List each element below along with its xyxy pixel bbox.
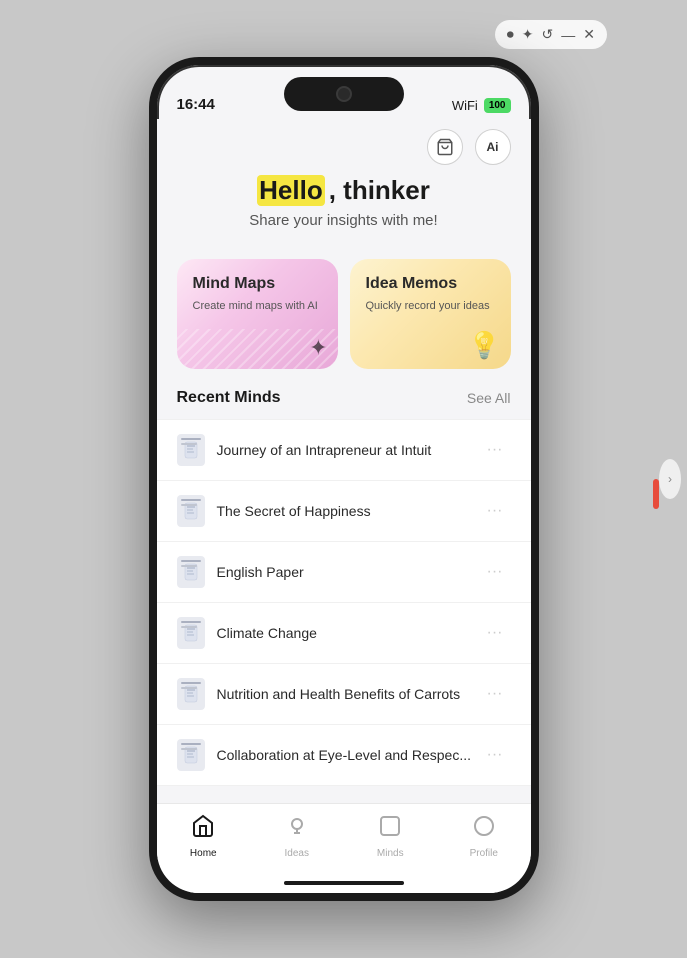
close-icon[interactable]: ✕ xyxy=(583,26,595,43)
list-item[interactable]: Collaboration at Eye-Level and Respec...… xyxy=(157,725,531,786)
item-title: Nutrition and Health Benefits of Carrots xyxy=(217,686,479,702)
document-icon xyxy=(177,434,205,466)
recent-section-title: Recent Minds xyxy=(177,389,281,407)
screen-content: Ai Hello , thinker Share your insights w… xyxy=(157,119,531,893)
ai-button[interactable]: Ai xyxy=(475,129,511,165)
mind-maps-subtitle: Create mind maps with AI xyxy=(193,299,322,314)
bottom-navigation: Home Ideas Minds xyxy=(157,803,531,893)
recent-section-header: Recent Minds See All xyxy=(157,389,531,419)
item-title: Journey of an Intrapreneur at Intuit xyxy=(217,442,479,458)
camera-icon xyxy=(336,86,352,102)
list-item[interactable]: The Secret of Happiness ··· xyxy=(157,481,531,542)
item-more-button[interactable]: ··· xyxy=(479,681,511,707)
home-indicator xyxy=(284,881,404,885)
phone-frame: 16:44 WiFi 100 Ai xyxy=(149,57,539,901)
list-item[interactable]: Climate Change ··· xyxy=(157,603,531,664)
item-title: English Paper xyxy=(217,564,479,580)
hero-section: Hello , thinker Share your insights with… xyxy=(157,165,531,249)
star-icon[interactable]: ✦ xyxy=(522,26,534,43)
item-more-button[interactable]: ··· xyxy=(479,498,511,524)
header-icons: Ai xyxy=(157,119,531,165)
idea-memos-decoration: 💡 xyxy=(468,330,500,361)
wifi-icon: WiFi xyxy=(452,98,478,113)
nav-item-profile[interactable]: Profile xyxy=(437,814,531,859)
greeting-rest: , thinker xyxy=(329,175,430,206)
list-item[interactable]: English Paper ··· xyxy=(157,542,531,603)
see-all-button[interactable]: See All xyxy=(467,390,511,406)
battery-indicator: 100 xyxy=(484,98,511,113)
refresh-icon[interactable]: ↺ xyxy=(542,26,554,43)
list-item[interactable]: Nutrition and Health Benefits of Carrots… xyxy=(157,664,531,725)
document-icon xyxy=(177,678,205,710)
hero-greeting: Hello , thinker xyxy=(177,175,511,206)
nav-item-minds[interactable]: Minds xyxy=(344,814,438,859)
minimize-icon[interactable]: — xyxy=(561,27,575,43)
home-label: Home xyxy=(190,848,217,859)
idea-memos-card[interactable]: Idea Memos Quickly record your ideas 💡 xyxy=(350,259,511,369)
record-icon[interactable]: ⏺ xyxy=(507,26,514,43)
ideas-label: Ideas xyxy=(285,848,309,859)
minds-label: Minds xyxy=(377,848,404,859)
item-more-button[interactable]: ··· xyxy=(479,437,511,463)
hero-subtitle: Share your insights with me! xyxy=(177,212,511,229)
dynamic-island xyxy=(284,77,404,111)
item-title: Collaboration at Eye-Level and Respec... xyxy=(217,747,479,763)
item-title: Climate Change xyxy=(217,625,479,641)
sidebar-toggle[interactable]: › xyxy=(659,459,681,499)
scroll-indicator xyxy=(653,479,659,509)
minds-icon xyxy=(378,814,402,844)
recent-items-list: Journey of an Intrapreneur at Intuit ···… xyxy=(157,419,531,803)
desktop: ⏺ ✦ ↺ — ✕ › 16:44 WiFi 100 xyxy=(0,0,687,958)
feature-cards: Mind Maps Create mind maps with AI ✦ Ide… xyxy=(157,249,531,389)
mind-maps-title: Mind Maps xyxy=(193,275,322,293)
document-icon xyxy=(177,617,205,649)
profile-icon xyxy=(472,814,496,844)
document-icon xyxy=(177,495,205,527)
home-icon xyxy=(191,814,215,844)
nav-item-home[interactable]: Home xyxy=(157,814,251,859)
mind-maps-card[interactable]: Mind Maps Create mind maps with AI ✦ xyxy=(177,259,338,369)
item-more-button[interactable]: ··· xyxy=(479,620,511,646)
idea-memos-subtitle: Quickly record your ideas xyxy=(366,299,495,314)
idea-memos-title: Idea Memos xyxy=(366,275,495,293)
item-more-button[interactable]: ··· xyxy=(479,559,511,585)
status-time: 16:44 xyxy=(177,96,215,113)
document-icon xyxy=(177,556,205,588)
basket-button[interactable] xyxy=(427,129,463,165)
ideas-icon xyxy=(285,814,309,844)
list-item[interactable]: Journey of an Intrapreneur at Intuit ··· xyxy=(157,419,531,481)
mind-maps-decoration: ✦ xyxy=(309,335,327,361)
hello-highlight: Hello xyxy=(257,175,325,206)
nav-item-ideas[interactable]: Ideas xyxy=(250,814,344,859)
document-icon xyxy=(177,739,205,771)
top-controls-bar: ⏺ ✦ ↺ — ✕ xyxy=(495,20,607,49)
status-icons: WiFi 100 xyxy=(452,98,511,113)
item-title: The Secret of Happiness xyxy=(217,503,479,519)
profile-label: Profile xyxy=(470,848,498,859)
item-more-button[interactable]: ··· xyxy=(479,742,511,768)
